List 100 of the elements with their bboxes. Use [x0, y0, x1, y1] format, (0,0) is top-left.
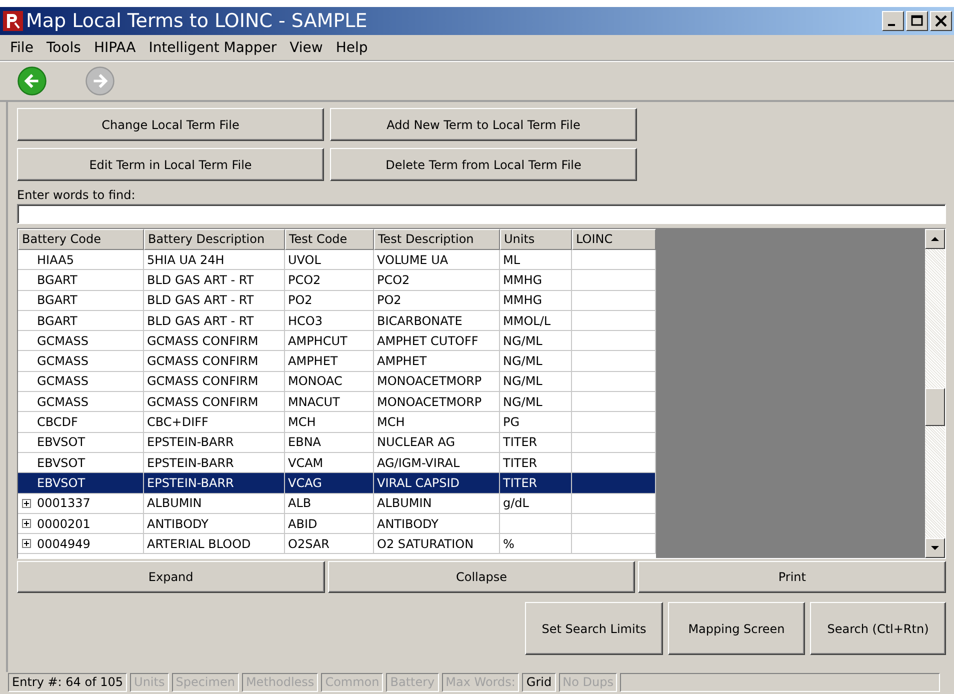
menu-item[interactable]: Help [330, 40, 375, 56]
table-row[interactable]: 0000201 ANTIBODY ABID ANTIBODY [18, 514, 656, 534]
table-cell: MNACUT [288, 394, 340, 409]
table-cell: HIAA5 [37, 252, 74, 267]
table-cell: EBVSOT [37, 435, 86, 450]
table-cell: PG [503, 415, 520, 430]
close-icon [933, 14, 949, 28]
grid-button[interactable]: Print [638, 561, 946, 593]
table-cell: VCAM [288, 456, 324, 470]
table-cell: GCMASS CONFIRM [147, 394, 258, 409]
table-cell: AMPHET [377, 354, 427, 368]
table-cell: ABID [288, 516, 318, 530]
table-cell: NG/ML [503, 354, 542, 368]
table-row[interactable]: GCMASS GCMASS CONFIRM MONOAC MONOACETMORP NG/ML [18, 372, 656, 392]
table-cell: ANTIBODY [147, 516, 208, 530]
scrollbar[interactable] [925, 229, 945, 558]
action-button[interactable]: Add New Term to Local Term File [330, 108, 637, 141]
table-cell: TITER [503, 435, 538, 450]
column-header[interactable]: Battery Code [18, 229, 144, 250]
table-cell: VIRAL CAPSID [377, 476, 460, 490]
column-header[interactable]: Test Description [374, 229, 500, 250]
table-cell: NG/ML [503, 374, 542, 388]
grid-button[interactable]: Collapse [328, 561, 636, 593]
expand-icon[interactable] [22, 498, 31, 508]
table-cell: MCH [288, 415, 316, 430]
table-cell: ARTERIAL BLOOD [147, 536, 251, 551]
table-cell: GCMASS [37, 374, 88, 388]
menu-item[interactable]: HIPAA [88, 40, 143, 56]
column-header[interactable]: Units [500, 229, 572, 250]
column-header[interactable]: LOINC [572, 229, 656, 250]
table-cell: BICARBONATE [377, 314, 462, 328]
table-cell: AG/IGM-VIRAL [377, 456, 460, 470]
table-row[interactable]: BGART BLD GAS ART - RT PO2 PO2 MMHG [18, 290, 656, 311]
table-cell: GCMASS [37, 334, 88, 348]
table-cell: CBC+DIFF [147, 415, 208, 430]
table-cell: O2 SATURATION [377, 536, 474, 551]
table-row[interactable]: EBVSOT EPSTEIN-BARR VCAG VIRAL CAPSID TITER [18, 473, 656, 494]
menu-item[interactable]: Tools [40, 40, 88, 56]
table-cell: TITER [503, 476, 538, 490]
table-row[interactable]: 0001337 ALBUMIN ALB ALBUMIN g/dL [18, 494, 656, 514]
table-cell: BLD GAS ART - RT [147, 293, 254, 308]
table-row[interactable]: GCMASS GCMASS CONFIRM AMPHET AMPHET NG/ML [18, 351, 656, 372]
close-button[interactable] [930, 11, 952, 31]
table-row[interactable]: BGART BLD GAS ART - RT HCO3 BICARBONATE MMOL/L [18, 310, 656, 332]
table-cell: AMPHET [288, 354, 338, 368]
action-button[interactable]: Edit Term in Local Term File [17, 148, 324, 181]
table-cell: VCAG [288, 476, 322, 490]
search-label: Enter words to find: [17, 188, 136, 203]
table-cell: MONOACETMORP [377, 374, 482, 388]
table-cell: MMHG [503, 272, 542, 287]
table-cell: BGART [37, 314, 78, 328]
table-cell: GCMASS [37, 394, 88, 409]
table-cell: 0000201 [37, 516, 90, 530]
action-button[interactable]: Set Search Limits [525, 602, 663, 655]
table-cell: HCO3 [288, 314, 322, 328]
table-row[interactable]: GCMASS GCMASS CONFIRM AMPHCUT AMPHET CUTOFF NG/ML [18, 331, 656, 352]
table-cell: BLD GAS ART - RT [147, 314, 254, 328]
action-button[interactable]: Search (Ctl+Rtn) [810, 602, 946, 655]
table-cell: PO2 [288, 293, 312, 308]
grid-button[interactable]: Expand [17, 561, 325, 593]
table-cell: MONOACETMORP [377, 394, 482, 409]
maximize-icon [909, 14, 925, 28]
table-cell: MONOAC [288, 374, 342, 388]
table-cell: % [503, 536, 514, 551]
maximize-button[interactable] [906, 11, 928, 31]
menu-item[interactable]: Intelligent Mapper [142, 40, 284, 56]
table-row[interactable]: EBVSOT EPSTEIN-BARR EBNA NUCLEAR AG TITER [18, 432, 656, 453]
action-button[interactable]: Mapping Screen [668, 602, 805, 655]
scroll-thumb[interactable] [925, 388, 945, 426]
table-cell: O2SAR [288, 536, 330, 551]
column-header[interactable]: Test Code [285, 229, 374, 250]
table-cell: MMHG [503, 293, 542, 308]
minimize-button[interactable] [882, 11, 904, 31]
table-row[interactable]: HIAA5 5HIA UA 24H UVOL VOLUME UA ML [18, 250, 656, 270]
table-cell: GCMASS [37, 354, 88, 368]
table-row[interactable]: CBCDF CBC+DIFF MCH MCH PG [18, 412, 656, 433]
table-cell: GCMASS CONFIRM [147, 374, 258, 388]
table-row[interactable]: BGART BLD GAS ART - RT PCO2 PCO2 MMHG [18, 270, 656, 291]
action-button[interactable]: Change Local Term File [17, 108, 324, 141]
column-header[interactable]: Battery Description [144, 229, 285, 250]
table-cell: ML [503, 252, 520, 267]
table-cell: 0001337 [37, 496, 90, 510]
table-cell: g/dL [503, 496, 529, 510]
table-cell: CBCDF [37, 415, 78, 430]
table-cell: ALBUMIN [147, 496, 202, 510]
table-row[interactable]: GCMASS GCMASS CONFIRM MNACUT MONOACETMORP NG/ML [18, 392, 656, 412]
table-cell: MCH [377, 415, 405, 430]
action-button[interactable]: Delete Term from Local Term File [330, 148, 637, 181]
menu-item[interactable]: View [284, 40, 330, 56]
table-row[interactable]: 0004949 ARTERIAL BLOOD O2SAR O2 SATURATION % [18, 534, 656, 554]
table-cell: ANTIBODY [377, 516, 438, 530]
table-cell: AMPHCUT [288, 334, 348, 348]
search-field[interactable] [17, 204, 946, 224]
table-cell: PCO2 [288, 272, 321, 287]
expand-icon[interactable] [22, 519, 31, 528]
menu-item[interactable]: File [4, 40, 40, 56]
table-cell: PO2 [377, 293, 402, 308]
expand-icon[interactable] [22, 539, 31, 548]
table-cell: BGART [37, 272, 78, 287]
table-cell: EPSTEIN-BARR [147, 476, 234, 490]
